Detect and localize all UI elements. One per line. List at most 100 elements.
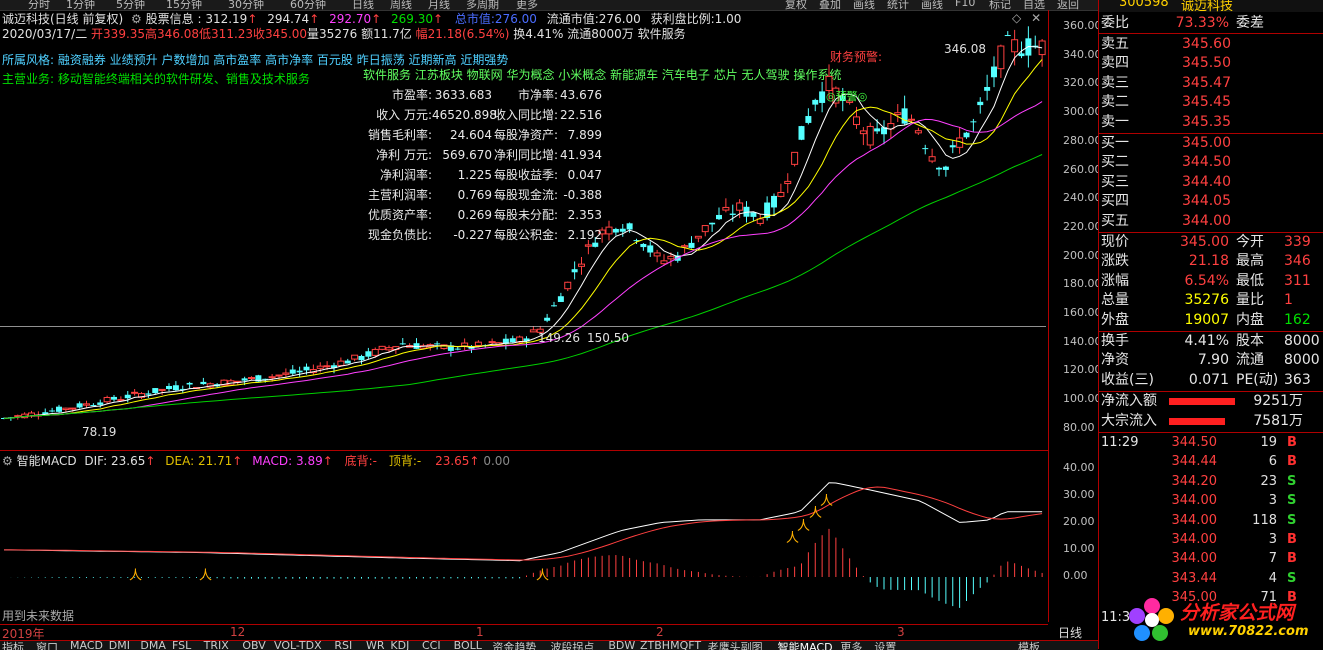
tick-side: S	[1287, 512, 1297, 528]
stat-value-2: 363	[1284, 371, 1311, 388]
ask-row[interactable]: 卖五 345.60	[1099, 35, 1323, 54]
candle	[337, 357, 345, 367]
bid-label: 买二	[1101, 154, 1129, 171]
ask-price: 345.47	[1182, 74, 1231, 91]
candle	[612, 227, 619, 236]
price-tick: 220.00	[1063, 219, 1102, 233]
financial-row: 优质资产率: 0.269 每股未分配: 2.353	[364, 205, 602, 225]
flow-label: 大宗流入	[1101, 412, 1157, 429]
tick-side: B	[1287, 551, 1297, 567]
macd-tick: 10.00	[1063, 542, 1095, 555]
candle	[819, 81, 826, 113]
candle	[922, 144, 929, 155]
fin-key-2: 每股公积金:	[493, 228, 558, 242]
bid-row[interactable]: 买一 345.00	[1099, 134, 1323, 153]
candle	[605, 220, 613, 241]
tick-volume: 7	[1268, 551, 1277, 567]
fin-key-1: 收入 万元:	[376, 108, 432, 122]
period-button[interactable]: 日线	[1058, 624, 1082, 641]
stat-value: 35276	[1184, 292, 1229, 309]
tick-row: 344.00 3 B	[1099, 530, 1323, 549]
stat-label-2: 流通	[1236, 352, 1264, 369]
bid-row[interactable]: 买五 344.00	[1099, 212, 1323, 231]
candle	[551, 301, 557, 307]
candle	[914, 127, 922, 135]
candle	[956, 127, 964, 154]
ask-row[interactable]: 卖二 345.45	[1099, 93, 1323, 112]
stat-row: 涨跌 21.18 最高 346	[1099, 252, 1323, 271]
candle	[296, 366, 303, 377]
candle	[984, 74, 991, 101]
macd-chart[interactable]: 人人人人人人人	[0, 460, 1048, 620]
flow-row: 净流入额 9251万	[1099, 392, 1323, 411]
dif-line	[4, 482, 1043, 562]
candle	[502, 334, 509, 350]
stat-value-2: 339	[1284, 234, 1311, 250]
tick-volume: 23	[1260, 473, 1277, 489]
toolbar-item-5[interactable]: F10	[955, 0, 975, 9]
tick-price: 344.00	[1171, 512, 1218, 528]
signal-marker: 人	[129, 569, 142, 584]
fin-key-2: 市净率:	[517, 88, 558, 102]
circle-warning-label: ◎预警◎	[826, 90, 868, 103]
flow-value: 9251万	[1253, 393, 1303, 410]
bid-row[interactable]: 买三 344.40	[1099, 173, 1323, 192]
ask-row[interactable]: 卖三 345.47	[1099, 74, 1323, 93]
tick-price: 343.44	[1171, 570, 1218, 586]
candle	[227, 378, 235, 386]
candle	[309, 364, 317, 376]
bid-row[interactable]: 买二 344.50	[1099, 153, 1323, 172]
stat-label-2: 今开	[1236, 234, 1264, 250]
candle	[798, 125, 805, 141]
price-tick: 180.00	[1063, 277, 1102, 291]
candle	[881, 120, 887, 145]
ask-row[interactable]: 卖一 345.35	[1099, 113, 1323, 132]
tick-side: S	[1287, 570, 1297, 586]
candle	[908, 114, 915, 122]
price-tick: 260.00	[1063, 162, 1102, 176]
ask-label: 卖二	[1101, 94, 1129, 111]
candle	[928, 148, 936, 164]
candle	[76, 401, 83, 409]
tick-side: B	[1287, 532, 1297, 547]
candle	[1004, 31, 1011, 37]
bid-row[interactable]: 买四 344.05	[1099, 192, 1323, 211]
macd-tick: 0.00	[1063, 569, 1088, 582]
price-tick: 200.00	[1063, 248, 1102, 262]
fin-val-2: 22.516	[560, 108, 602, 122]
divider	[0, 450, 1048, 451]
candle	[963, 131, 970, 139]
stat-row: 换手 4.41% 股本 8000	[1099, 332, 1323, 351]
weibi-label: 委比	[1101, 15, 1129, 31]
dea-line	[4, 486, 1043, 561]
candle	[509, 335, 516, 343]
date-axis: 2019年 12 1 2 3	[0, 624, 1048, 641]
candle	[564, 281, 572, 292]
date-tick: 1	[476, 625, 484, 639]
stat-value-2: 311	[1284, 272, 1311, 289]
bid-price: 344.50	[1182, 154, 1231, 171]
financial-row: 收入 万元:46520.898收入同比增: 22.516	[364, 105, 602, 125]
fin-key-2: 每股收益季:	[493, 168, 558, 182]
tick-row: 343.44 4 S	[1099, 569, 1323, 588]
future-data-note: 用到未来数据	[2, 609, 75, 623]
candle	[289, 365, 296, 376]
stat-row: 现价 345.00 今开 339	[1099, 233, 1323, 252]
financial-row: 净利 万元: 569.670 净利同比增: 41.934	[364, 145, 602, 165]
candle	[722, 198, 730, 213]
candle	[949, 140, 956, 154]
ask-row[interactable]: 卖四 345.50	[1099, 54, 1323, 73]
candle	[640, 243, 647, 251]
fin-val-1: 46520.898	[432, 108, 497, 122]
tick-row: 344.00 7 B	[1099, 549, 1323, 568]
stat-value: 19007	[1184, 311, 1229, 328]
tick-volume: 19	[1260, 435, 1277, 450]
stat-value-2: 346	[1284, 253, 1311, 270]
fin-val-1: 0.769	[457, 188, 492, 202]
candle	[709, 222, 716, 232]
bid-label: 买四	[1101, 193, 1129, 210]
tick-price: 344.20	[1171, 473, 1218, 489]
candle	[413, 338, 420, 350]
tick-price: 344.00	[1171, 532, 1218, 547]
bid-price: 344.00	[1182, 212, 1231, 229]
